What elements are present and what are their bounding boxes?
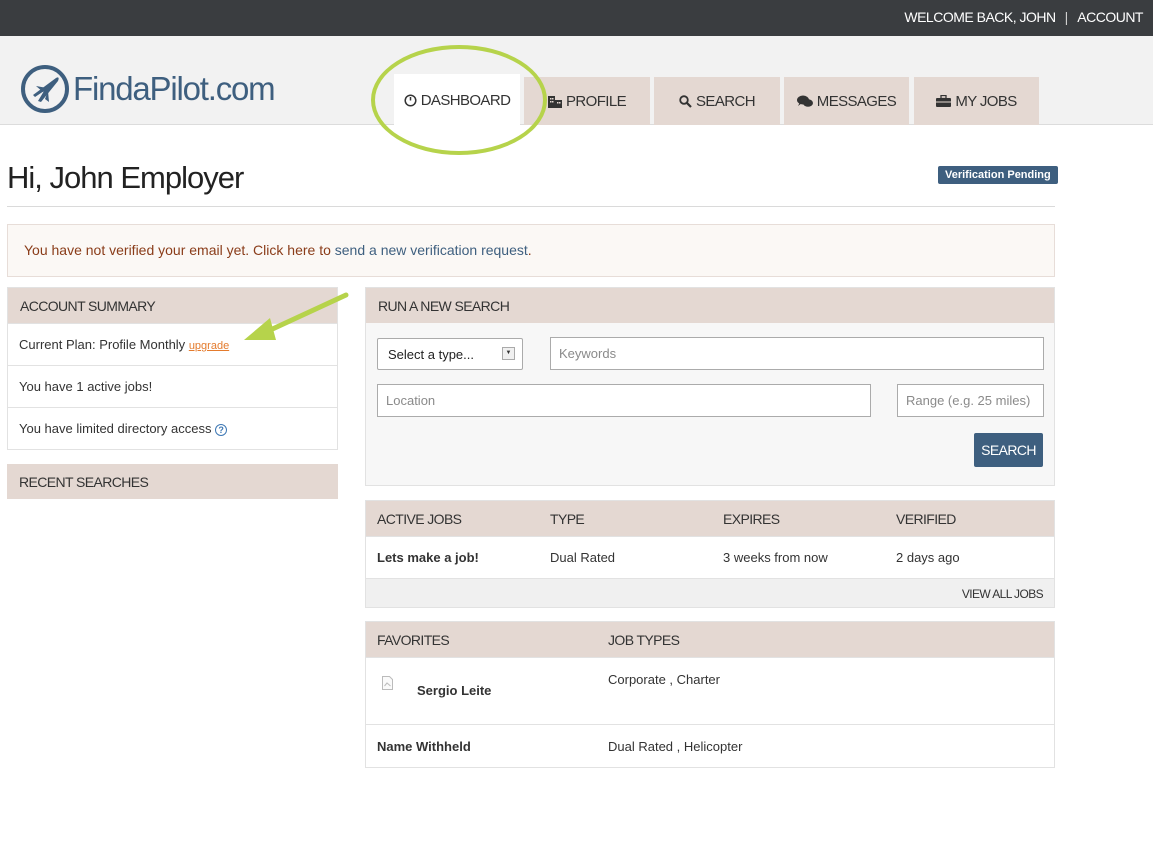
favorite-name[interactable]: Name Withheld	[377, 739, 471, 754]
panel-title: RUN A NEW SEARCH	[366, 288, 1054, 323]
favorite-job-types: Corporate , Charter	[608, 672, 720, 687]
header: FindaPilot.com DASHBOARD PROFILE SEARCH …	[0, 36, 1153, 126]
plane-logo-icon	[21, 65, 69, 113]
active-jobs-row: You have 1 active jobs!	[8, 365, 337, 407]
email-verification-alert: You have not verified your email yet. Cl…	[7, 224, 1055, 277]
chat-icon	[796, 95, 813, 108]
upgrade-link[interactable]: upgrade	[189, 340, 229, 352]
tab-label: PROFILE	[566, 92, 627, 110]
job-verified: 2 days ago	[896, 550, 960, 565]
recent-searches-panel: RECENT SEARCHES	[7, 464, 338, 499]
favorite-job-types: Dual Rated , Helicopter	[608, 739, 743, 754]
column-header: TYPE	[550, 511, 585, 527]
top-bar: WELCOME BACK, JOHN | ACCOUNT	[0, 0, 1153, 36]
logo-text: FindaPilot.com	[73, 70, 276, 107]
range-placeholder: Range (e.g. 25 miles)	[906, 393, 1031, 408]
highlight-ring-annotation	[371, 45, 547, 155]
job-type: Dual Rated	[550, 550, 616, 565]
tab-label: MY JOBS	[955, 92, 1017, 110]
keywords-input[interactable]: Keywords	[550, 337, 1044, 370]
active-jobs-panel: ACTIVE JOBS TYPE EXPIRES VERIFIED Lets m…	[365, 500, 1055, 608]
tab-search[interactable]: SEARCH	[654, 77, 780, 125]
column-header: EXPIRES	[723, 511, 780, 527]
alert-text: You have not verified your email yet. Cl…	[24, 242, 335, 258]
verification-request-link[interactable]: send a new verification request	[335, 242, 528, 258]
view-all-jobs-bar: VIEW ALL JOBS	[366, 578, 1054, 607]
chevron-down-icon: ▼	[502, 347, 515, 360]
type-select[interactable]: Select a type... ▼	[377, 338, 523, 370]
view-all-jobs-link[interactable]: VIEW ALL JOBS	[962, 587, 1044, 601]
table-header: FAVORITES JOB TYPES	[366, 622, 1054, 657]
avatar-placeholder-icon	[382, 676, 393, 693]
alert-suffix: .	[527, 242, 532, 258]
job-name[interactable]: Lets make a job!	[377, 550, 479, 565]
panel-title: RECENT SEARCHES	[7, 464, 338, 499]
keywords-placeholder: Keywords	[559, 346, 617, 361]
topbar-separator: |	[1064, 9, 1069, 25]
divider	[7, 206, 1055, 207]
location-placeholder: Location	[386, 393, 436, 408]
tab-label: MESSAGES	[816, 92, 897, 110]
favorites-panel: FAVORITES JOB TYPES Sergio Leite Corpora…	[365, 621, 1055, 768]
tab-my-jobs[interactable]: MY JOBS	[914, 77, 1039, 125]
column-header: FAVORITES	[377, 632, 450, 648]
arrow-annotation	[244, 292, 349, 340]
range-input[interactable]: Range (e.g. 25 miles)	[897, 384, 1044, 417]
briefcase-icon	[936, 95, 952, 107]
table-header: ACTIVE JOBS TYPE EXPIRES VERIFIED	[366, 501, 1054, 536]
directory-access-text: You have limited directory access	[19, 421, 212, 436]
column-header: JOB TYPES	[608, 632, 680, 648]
table-row[interactable]: Sergio Leite Corporate , Charter	[366, 657, 1054, 724]
current-plan-text: Current Plan: Profile Monthly	[19, 337, 186, 352]
directory-access-row: You have limited directory access ?	[8, 407, 337, 449]
page-title: Hi, John Employer	[7, 160, 244, 195]
welcome-link[interactable]: WELCOME BACK, JOHN	[904, 9, 1056, 25]
logo[interactable]: FindaPilot.com	[20, 64, 276, 114]
account-link[interactable]: ACCOUNT	[1077, 9, 1143, 25]
search-button[interactable]: SEARCH	[974, 433, 1043, 467]
search-icon	[679, 94, 692, 108]
search-panel: RUN A NEW SEARCH Select a type... ▼ Keyw…	[365, 287, 1055, 486]
column-header: ACTIVE JOBS	[377, 511, 462, 527]
table-row[interactable]: Lets make a job! Dual Rated 3 weeks from…	[366, 536, 1054, 578]
table-row[interactable]: Name Withheld Dual Rated , Helicopter	[366, 724, 1054, 767]
favorite-name[interactable]: Sergio Leite	[417, 683, 491, 698]
help-icon[interactable]: ?	[215, 424, 228, 436]
building-icon	[548, 95, 562, 108]
job-expires: 3 weeks from now	[723, 550, 828, 565]
status-badge: Verification Pending	[938, 166, 1058, 184]
tab-label: SEARCH	[696, 92, 756, 110]
column-header: VERIFIED	[896, 511, 956, 527]
type-select-value: Select a type...	[388, 347, 474, 362]
tab-messages[interactable]: MESSAGES	[784, 77, 909, 125]
location-input[interactable]: Location	[377, 384, 871, 417]
